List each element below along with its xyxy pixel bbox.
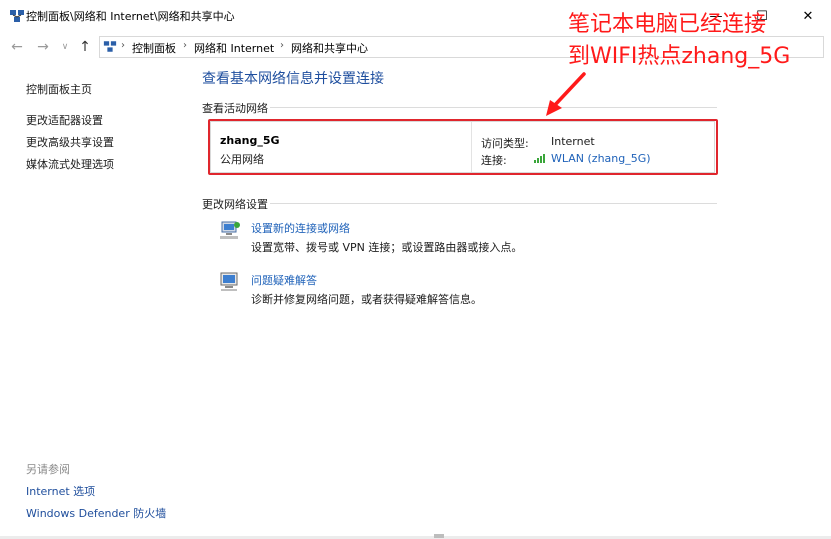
annotation-arrow xyxy=(546,72,586,116)
forward-button[interactable]: → xyxy=(34,38,52,56)
back-arrow-icon: ← xyxy=(11,39,23,55)
breadcrumb-sharing-center[interactable]: 网络和共享中心 xyxy=(291,40,368,56)
setup-new-connection-desc: 设置宽带、拨号或 VPN 连接；或设置路由器或接入点。 xyxy=(251,241,523,254)
chevron-down-icon: ∨ xyxy=(61,42,69,52)
recent-locations-button[interactable]: ∨ xyxy=(56,38,74,56)
section-divider xyxy=(270,203,717,204)
highlight-frame xyxy=(208,119,718,175)
media-streaming-link[interactable]: 媒体流式处理选项 xyxy=(26,156,114,172)
page-title: 查看基本网络信息并设置连接 xyxy=(202,71,384,87)
troubleshoot-icon xyxy=(220,272,238,291)
breadcrumb-separator: › xyxy=(121,40,125,51)
back-button[interactable]: ← xyxy=(8,38,26,56)
breadcrumb-separator: › xyxy=(183,40,187,51)
annotation-line-2: 到WIFI热点zhang_5G xyxy=(568,44,791,69)
troubleshoot-desc: 诊断并修复网络问题，或者获得疑难解答信息。 xyxy=(251,293,482,306)
breadcrumb-separator: › xyxy=(280,40,284,51)
forward-arrow-icon: → xyxy=(37,39,49,55)
change-settings-heading: 更改网络设置 xyxy=(202,198,268,211)
breadcrumb-network-internet[interactable]: 网络和 Internet xyxy=(194,40,274,56)
window-title: 控制面板\网络和 Internet\网络和共享中心 xyxy=(26,10,235,23)
control-panel-home-link[interactable]: 控制面板主页 xyxy=(26,81,92,97)
internet-options-link[interactable]: Internet 选项 xyxy=(26,483,95,499)
up-button[interactable]: ↑ xyxy=(76,38,94,56)
windows-defender-firewall-link[interactable]: Windows Defender 防火墙 xyxy=(26,505,166,521)
control-panel-icon xyxy=(103,41,117,52)
annotation-line-1: 笔记本电脑已经连接 xyxy=(568,12,767,37)
see-also-label: 另请参阅 xyxy=(26,463,70,476)
close-icon: ✕ xyxy=(802,8,814,24)
setup-new-connection-link[interactable]: 设置新的连接或网络 xyxy=(251,220,350,236)
change-advanced-sharing-link[interactable]: 更改高级共享设置 xyxy=(26,134,114,150)
network-center-icon xyxy=(10,10,24,22)
breadcrumb-control-panel[interactable]: 控制面板 xyxy=(132,40,176,56)
close-button[interactable]: ✕ xyxy=(785,0,831,32)
change-adapter-settings-link[interactable]: 更改适配器设置 xyxy=(26,112,103,128)
active-networks-heading: 查看活动网络 xyxy=(202,102,268,115)
up-arrow-icon: ↑ xyxy=(79,39,91,55)
section-divider xyxy=(270,107,717,108)
troubleshoot-link[interactable]: 问题疑难解答 xyxy=(251,272,317,288)
resize-grip[interactable] xyxy=(434,534,444,538)
new-connection-icon xyxy=(220,221,240,239)
